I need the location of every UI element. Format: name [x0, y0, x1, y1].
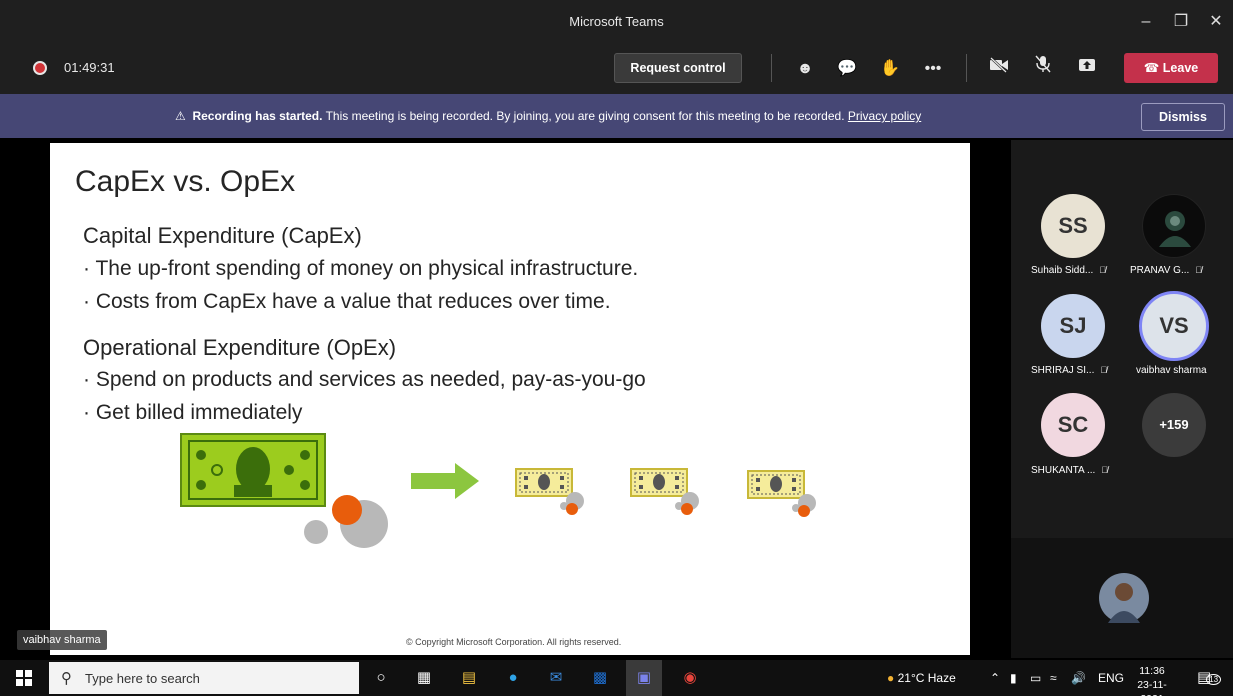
mail-icon[interactable]: ✉ — [542, 664, 570, 692]
request-control-button[interactable]: Request control — [614, 53, 742, 83]
taskbar-clock[interactable]: 11:36 23-11-2021 — [1128, 664, 1176, 696]
recording-message: ⚠ Recording has started. This meeting is… — [175, 109, 921, 123]
opex-heading: Operational Expenditure (OpEx) — [83, 335, 397, 360]
clock-date: 23-11-2021 — [1137, 679, 1167, 696]
avatar[interactable]: SC — [1041, 393, 1105, 457]
taskbar-search-box[interactable]: ⚲ Type here to search — [49, 662, 359, 694]
window-title: Microsoft Teams — [569, 14, 664, 29]
teams-icon[interactable]: ▣ — [626, 660, 662, 696]
task-view-icon[interactable]: ▦ — [410, 664, 438, 692]
opex-bullet: · Spend on products and services as need… — [83, 368, 646, 391]
participant-name: Suhaib Sidd... 🎙̸ — [1031, 265, 1106, 276]
recording-icon — [33, 61, 47, 75]
warning-icon: ⚠ — [175, 109, 186, 123]
avatar[interactable]: VS — [1139, 291, 1209, 361]
leave-button[interactable]: ☎ Leave — [1124, 53, 1218, 83]
recording-banner: ⚠ Recording has started. This meeting is… — [0, 94, 1233, 138]
mic-off-icon: 🎙̸ — [1100, 365, 1108, 375]
search-placeholder: Type here to search — [85, 671, 200, 686]
participant-name: SHRIRAJ SI... 🎙̸ — [1031, 365, 1107, 376]
mic-off-icon: 🎙̸ — [1099, 265, 1107, 275]
raise-hand-icon[interactable]: ✋ — [876, 55, 904, 83]
participant-name-text: PRANAV G... — [1130, 265, 1190, 276]
input-language[interactable]: ENG — [1098, 671, 1124, 685]
toolbar-divider — [966, 54, 967, 82]
participant-name: PRANAV G... 🎙̸ — [1130, 265, 1202, 276]
hang-up-icon: ☎ — [1143, 61, 1160, 75]
call-toolbar: 01:49:31 Request control ☻ 💬 ✋ ••• ☎ Lea… — [0, 44, 1233, 94]
share-tray-icon[interactable] — [1073, 55, 1101, 83]
edge-browser-icon[interactable]: ● — [499, 664, 527, 692]
capex-bullet: · Costs from CapEx have a value that red… — [83, 290, 611, 313]
dismiss-button[interactable]: Dismiss — [1141, 103, 1225, 131]
weather-widget[interactable]: ● 21°C Haze — [887, 671, 956, 685]
mic-off-icon[interactable] — [1029, 55, 1057, 83]
windows-start-icon[interactable] — [16, 670, 32, 686]
opex-bill-illustration — [515, 468, 584, 515]
opex-bill-illustration — [630, 468, 699, 515]
more-participants-button[interactable]: +159 — [1142, 393, 1206, 457]
network-icon[interactable]: ▮ — [1010, 671, 1017, 685]
participant-name-text: SHRIRAJ SI... — [1031, 365, 1095, 376]
toolbar-divider — [771, 54, 772, 82]
arrow-right-icon — [411, 463, 479, 499]
notifications-icon[interactable]: ▤13 — [1197, 668, 1222, 686]
cortana-icon[interactable]: ○ — [367, 664, 395, 692]
close-icon[interactable]: ✕ — [1201, 10, 1231, 34]
volume-icon[interactable]: 🔊 — [1071, 671, 1086, 685]
clock-time: 11:36 — [1139, 665, 1165, 677]
chrome-icon[interactable]: ◉ — [676, 664, 704, 692]
capex-heading: Capital Expenditure (CapEx) — [83, 223, 362, 248]
avatar[interactable]: SS — [1041, 194, 1105, 258]
profile-picture-icon — [1108, 583, 1140, 623]
avatar[interactable] — [1142, 194, 1206, 258]
camera-off-icon[interactable] — [985, 55, 1013, 83]
profile-picture-icon — [1159, 211, 1191, 247]
call-timer: 01:49:31 — [64, 60, 115, 75]
weather-icon: ● — [887, 671, 895, 685]
search-icon: ⚲ — [61, 670, 72, 687]
more-actions-icon[interactable]: ••• — [919, 55, 947, 83]
participant-name-text: Suhaib Sidd... — [1031, 265, 1094, 276]
opex-bill-illustration — [747, 470, 816, 517]
weather-text: 21°C Haze — [897, 671, 956, 685]
participant-name: SHUKANTA ... 🎙̸ — [1031, 465, 1108, 476]
slide-copyright: © Copyright Microsoft Corporation. All r… — [406, 637, 622, 647]
privacy-policy-link[interactable]: Privacy policy — [848, 109, 921, 123]
file-explorer-icon[interactable]: ▤ — [455, 664, 483, 692]
chat-icon[interactable]: 💬 — [833, 55, 861, 83]
outlook-icon[interactable]: ▩ — [586, 664, 614, 692]
show-hidden-icons-icon[interactable]: ⌃ — [990, 671, 1000, 685]
mic-off-icon: 🎙̸ — [1195, 265, 1203, 275]
recording-bold-text: Recording has started. — [192, 109, 323, 123]
minimize-icon[interactable]: – — [1131, 10, 1161, 34]
capex-bullet: · The up-front spending of money on phys… — [83, 257, 639, 280]
capex-bill-illustration — [180, 433, 388, 548]
participant-name: vaibhav sharma — [1136, 365, 1207, 376]
participants-icon[interactable]: ☻ — [791, 55, 819, 83]
recording-consent-text: This meeting is being recorded. By joini… — [322, 109, 848, 123]
wifi-icon[interactable]: ≈ — [1050, 671, 1057, 685]
mic-off-icon: 🎙̸ — [1101, 465, 1109, 475]
notification-count: 13 — [1206, 674, 1222, 685]
opex-bullet: · Get billed immediately — [83, 401, 303, 424]
title-bar: Microsoft Teams – ❐ ✕ — [0, 0, 1233, 44]
participant-name-text: SHUKANTA ... — [1031, 465, 1096, 476]
battery-icon[interactable]: ▭ — [1030, 671, 1041, 685]
windows-taskbar: ⚲ Type here to search ○ ▦ ▤ ● ✉ ▩ ▣ ◉ ● … — [0, 660, 1233, 696]
presenter-name-tag: vaibhav sharma — [17, 630, 107, 650]
maximize-icon[interactable]: ❐ — [1166, 10, 1196, 34]
leave-label: Leave — [1162, 61, 1199, 75]
slide-title: CapEx vs. OpEx — [75, 165, 296, 198]
avatar[interactable]: SJ — [1041, 294, 1105, 358]
self-avatar — [1099, 573, 1149, 623]
presentation-slide: CapEx vs. OpEx Capital Expenditure (CapE… — [50, 143, 970, 655]
